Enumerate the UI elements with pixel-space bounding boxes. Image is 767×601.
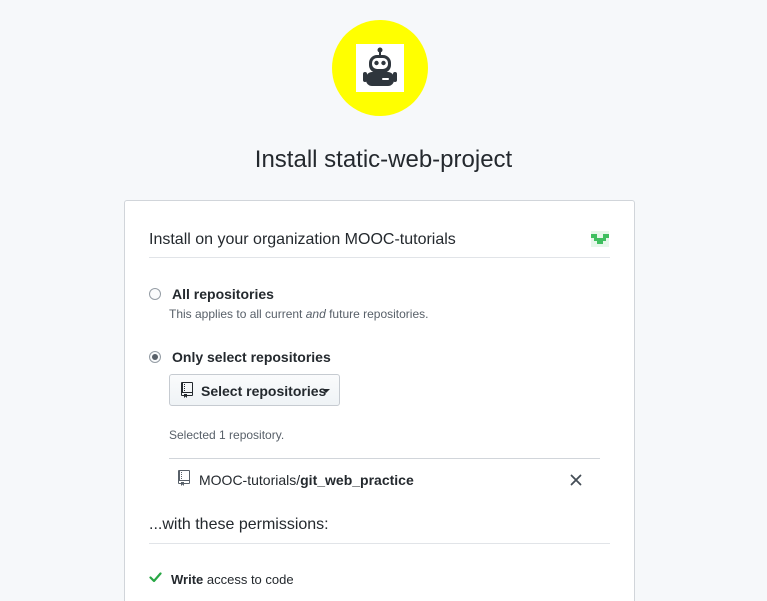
selected-repository-row: MOOC-tutorials/git_web_practice bbox=[169, 458, 600, 499]
selected-count: Selected 1 repository. bbox=[169, 428, 285, 442]
install-card: Install on your organization MOOC-tutori… bbox=[124, 200, 635, 601]
install-target-heading: Install on your organization MOOC-tutori… bbox=[149, 231, 456, 248]
repository-short-name: git_web_practice bbox=[300, 472, 414, 488]
all-repositories-radio[interactable] bbox=[149, 288, 161, 300]
select-repositories-button-label: Select repositories bbox=[201, 383, 327, 399]
note-text-end: future repositories. bbox=[325, 307, 429, 321]
header-divider bbox=[149, 257, 610, 258]
select-repositories-radio[interactable] bbox=[149, 351, 161, 363]
robot-icon bbox=[363, 47, 397, 86]
page-title: Install static-web-project bbox=[254, 146, 513, 173]
repo-icon bbox=[181, 382, 193, 398]
permission-item: Write access to code bbox=[171, 571, 294, 589]
remove-repository-button[interactable] bbox=[565, 469, 587, 491]
note-text-start: This applies to all current bbox=[169, 307, 306, 321]
app-logo-image bbox=[356, 44, 404, 92]
permissions-divider bbox=[149, 543, 610, 544]
repo-icon bbox=[178, 470, 190, 486]
note-text-em: and bbox=[305, 307, 326, 321]
org-avatar-icon[interactable] bbox=[591, 231, 609, 247]
chevron-down-icon bbox=[322, 389, 330, 393]
all-repositories-note: This applies to all current and future r… bbox=[169, 306, 428, 322]
select-repositories-button[interactable]: Select repositories bbox=[169, 374, 340, 406]
all-repositories-label[interactable]: All repositories bbox=[172, 285, 274, 303]
repository-owner: MOOC-tutorials/ bbox=[199, 472, 301, 488]
x-icon bbox=[570, 474, 582, 486]
repository-name: MOOC-tutorials/git_web_practice bbox=[199, 471, 414, 489]
install-page: Install static-web-project Install on yo… bbox=[0, 0, 767, 601]
check-icon bbox=[149, 572, 162, 583]
permission-level: Write bbox=[171, 572, 204, 587]
app-logo bbox=[332, 20, 428, 116]
permissions-heading: ...with these permissions: bbox=[149, 516, 329, 533]
permission-scope: access to code bbox=[203, 572, 294, 587]
select-repositories-label[interactable]: Only select repositories bbox=[172, 348, 331, 366]
